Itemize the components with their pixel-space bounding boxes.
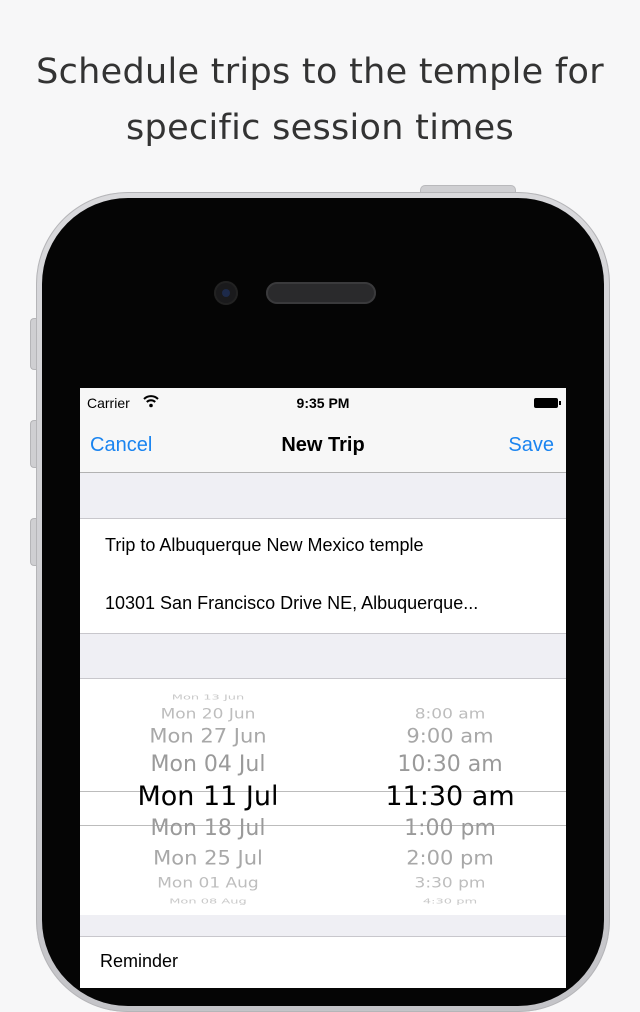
- status-time: 9:35 PM: [296, 395, 350, 411]
- trip-address-field[interactable]: 10301 San Francisco Drive NE, Albuquerqu…: [105, 593, 478, 614]
- headline-line-2: specific session times: [126, 108, 514, 148]
- picker-date-option[interactable]: Mon 04 Jul: [108, 754, 308, 776]
- headline: Schedule trips to the temple for specifi…: [0, 44, 640, 156]
- picker-date-option[interactable]: Mon 13 Jun: [108, 693, 308, 700]
- picker-date-option[interactable]: Mon 27 Jun: [108, 726, 308, 746]
- navigation-bar: Cancel New Trip Save: [80, 418, 566, 473]
- picker-date-option[interactable]: Mon 25 Jul: [108, 848, 308, 868]
- trip-details-section: Trip to Albuquerque New Mexico temple 10…: [80, 518, 566, 634]
- app-screen: Carrier 9:35 PM Cancel New Trip Save Tri…: [80, 388, 566, 988]
- picker-date-option[interactable]: Mon 18 Jul: [108, 818, 308, 840]
- picker-time-option[interactable]: 3:30 pm: [360, 875, 540, 890]
- session-time-picker[interactable]: Mon 13 Jun Mon 20 Jun 8:00 am Mon 27 Jun 9:0…: [80, 678, 566, 915]
- picker-date-option-selected[interactable]: Mon 11 Jul: [108, 783, 308, 810]
- picker-date-option[interactable]: Mon 08 Aug: [108, 897, 308, 904]
- status-bar: Carrier 9:35 PM: [80, 388, 566, 418]
- speaker-grille: [266, 282, 376, 304]
- headline-line-1: Schedule trips to the temple for: [36, 52, 604, 92]
- picker-time-option[interactable]: 9:00 am: [360, 726, 540, 746]
- battery-icon: [534, 398, 561, 408]
- picker-time-option[interactable]: 1:00 pm: [360, 818, 540, 840]
- picker-time-option[interactable]: 2:00 pm: [360, 848, 540, 868]
- nav-title: New Trip: [281, 434, 365, 456]
- save-button[interactable]: Save: [508, 434, 554, 457]
- picker-time-option-selected[interactable]: 11:30 am: [360, 783, 540, 810]
- reminder-label: Reminder: [100, 951, 179, 971]
- picker-time-option[interactable]: 10:30 am: [360, 754, 540, 776]
- picker-date-option[interactable]: Mon 20 Jun: [108, 706, 308, 721]
- reminder-cell[interactable]: Reminder: [80, 936, 566, 988]
- picker-time-option[interactable]: 8:00 am: [360, 706, 540, 721]
- trip-name-field[interactable]: Trip to Albuquerque New Mexico temple: [105, 535, 424, 556]
- picker-date-option[interactable]: Mon 01 Aug: [108, 875, 308, 890]
- picker-time-option[interactable]: 4:30 pm: [360, 897, 540, 904]
- camera-icon: [214, 281, 238, 305]
